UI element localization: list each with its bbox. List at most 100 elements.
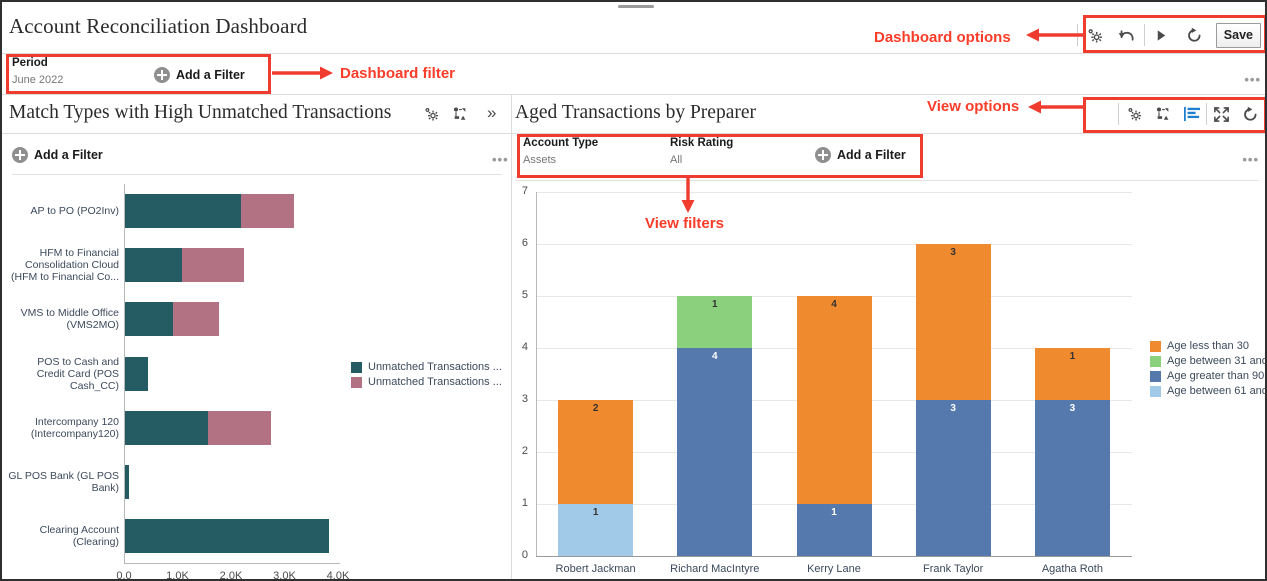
left-view-overflow-menu[interactable]: ••• — [492, 156, 509, 164]
plus-circle-icon — [12, 147, 28, 163]
left-chart-x-axis — [124, 563, 340, 564]
left-add-filter-button[interactable]: Add a Filter — [12, 147, 103, 163]
left-chart-bar-segment[interactable] — [125, 357, 148, 391]
expand-icon[interactable] — [1207, 99, 1236, 129]
undo-icon[interactable] — [1111, 19, 1144, 51]
left-chart-category-label: GL POS Bank (GL POS Bank) — [7, 470, 119, 494]
right-chart-legend-item[interactable]: Age between 61 and 90 — [1150, 385, 1267, 397]
right-chart-gridline — [536, 192, 1132, 193]
dashboard-add-filter-button[interactable]: Add a Filter — [154, 67, 245, 83]
play-icon[interactable] — [1145, 19, 1178, 51]
left-chart-bar-segment[interactable] — [125, 519, 329, 553]
left-chart-bar-segment[interactable] — [125, 302, 173, 336]
left-chart-bar[interactable] — [125, 194, 339, 228]
arrow-dashboard-filter — [272, 66, 334, 80]
right-add-filter-button[interactable]: Add a Filter — [815, 147, 906, 163]
right-chart-x-axis — [536, 556, 1132, 557]
left-chart-legend-item[interactable]: Unmatched Transactions ... — [351, 361, 502, 373]
legend-label: Unmatched Transactions ... — [368, 361, 502, 373]
refresh-icon[interactable] — [1178, 19, 1211, 51]
legend-label: Age between 61 and 90 — [1167, 385, 1267, 397]
right-chart-bar-segment[interactable]: 1 — [558, 504, 633, 556]
view-swap-icon[interactable] — [1148, 99, 1177, 129]
right-view-overflow-menu[interactable]: ••• — [1242, 156, 1259, 164]
left-add-filter-label: Add a Filter — [34, 148, 103, 162]
right-chart-bar-segment[interactable]: 3 — [916, 400, 991, 556]
right-chart-value-label: 2 — [558, 403, 633, 414]
right-chart-y-tick: 6 — [522, 237, 528, 249]
right-chart-y-axis — [536, 192, 537, 556]
right-chart-bar-segment[interactable]: 3 — [1035, 400, 1110, 556]
right-view-filter-bar: Account Type Assets Risk Rating All Add … — [512, 134, 1267, 174]
left-chart-category-label: Intercompany 120 (Intercompany120) — [7, 416, 119, 440]
dashboard-window: Account Reconciliation Dashboard — [0, 0, 1267, 581]
right-chart-bar[interactable]: 33 — [916, 244, 991, 556]
left-chart-bar-segment[interactable] — [208, 411, 271, 445]
left-view-title: Match Types with High Unmatched Transact… — [9, 102, 391, 124]
left-view-settings-icon[interactable] — [416, 99, 445, 129]
right-chart-bar-segment[interactable]: 1 — [1035, 348, 1110, 400]
bar-chart-icon[interactable] — [1177, 99, 1206, 129]
filter-account-type[interactable]: Account Type Assets — [523, 137, 598, 166]
filter-period-value: June 2022 — [12, 74, 63, 86]
left-chart-bar-segment[interactable] — [125, 465, 129, 499]
legend-swatch — [1150, 356, 1161, 367]
filter-risk-rating-value: All — [670, 154, 733, 166]
dashboard-overflow-menu[interactable]: ••• — [1244, 76, 1261, 84]
right-chart-bar[interactable]: 31 — [1035, 348, 1110, 556]
right-chart-y-tick: 5 — [522, 289, 528, 301]
left-chart-category-label: HFM to Financial Consolidation Cloud (HF… — [7, 247, 119, 283]
right-chart-value-label: 1 — [558, 507, 633, 518]
right-chart-bar[interactable]: 12 — [558, 400, 633, 556]
right-chart-bar-segment[interactable]: 1 — [797, 504, 872, 556]
expand-views-chevron[interactable]: » — [487, 103, 496, 123]
left-chart-bar-segment[interactable] — [241, 194, 294, 228]
left-chart-bar[interactable] — [125, 519, 339, 553]
arrow-view-filters — [681, 178, 695, 214]
left-view-swap-icon[interactable] — [445, 99, 474, 129]
right-chart-bar-segment[interactable]: 2 — [558, 400, 633, 504]
right-chart-bar-segment[interactable]: 4 — [797, 296, 872, 504]
view-settings-icon[interactable] — [1119, 99, 1148, 129]
left-chart-bar[interactable] — [125, 302, 339, 336]
right-chart-category-label: Richard MacIntyre — [670, 563, 759, 575]
annotation-label-dashboard-options: Dashboard options — [874, 29, 1011, 46]
left-chart-bar[interactable] — [125, 465, 339, 499]
divider — [12, 174, 502, 175]
right-chart-value-label: 4 — [797, 299, 872, 310]
right-chart-y-tick: 3 — [522, 393, 528, 405]
left-chart-bar-segment[interactable] — [125, 248, 182, 282]
right-chart-bar-segment[interactable]: 1 — [677, 296, 752, 348]
right-chart-y-tick: 0 — [522, 549, 528, 561]
right-chart-value-label: 1 — [677, 299, 752, 310]
right-chart-bar-segment[interactable]: 3 — [916, 244, 991, 400]
right-chart-bar[interactable]: 41 — [677, 296, 752, 556]
right-chart-legend-item[interactable]: Age greater than 90 — [1150, 370, 1267, 382]
annotation-label-dashboard-filter: Dashboard filter — [340, 65, 455, 82]
left-chart-bar-segment[interactable] — [173, 302, 219, 336]
right-chart-value-label: 3 — [916, 247, 991, 258]
filter-period[interactable]: Period June 2022 — [12, 57, 63, 86]
right-chart-bar[interactable]: 14 — [797, 296, 872, 556]
left-chart-category-label: AP to PO (PO2Inv) — [7, 205, 119, 217]
annotation-label-view-options: View options — [927, 98, 1019, 115]
save-button[interactable]: Save — [1216, 23, 1261, 48]
view-refresh-icon[interactable] — [1236, 99, 1265, 129]
left-chart-bar[interactable] — [125, 411, 339, 445]
right-chart-legend-item[interactable]: Age less than 30 — [1150, 340, 1267, 352]
left-chart-legend-item[interactable]: Unmatched Transactions ... — [351, 376, 502, 388]
right-chart-y-tick: 1 — [522, 497, 528, 509]
dashboard-filter-bar: Period June 2022 Add a Filter ••• — [2, 54, 1267, 94]
left-chart-bar[interactable] — [125, 357, 339, 391]
left-chart-bar-segment[interactable] — [125, 411, 208, 445]
right-chart-bar-segment[interactable]: 4 — [677, 348, 752, 556]
arrow-view-options — [1028, 100, 1084, 114]
right-chart-legend-item[interactable]: Age between 31 and 60 — [1150, 355, 1267, 367]
window-drag-handle[interactable] — [618, 5, 654, 8]
left-chart-bar[interactable] — [125, 248, 339, 282]
filter-risk-rating[interactable]: Risk Rating All — [670, 137, 733, 166]
legend-swatch — [351, 377, 362, 388]
left-chart-bar-segment[interactable] — [125, 194, 241, 228]
left-chart-x-tick: 2.0K — [220, 570, 243, 581]
left-chart-bar-segment[interactable] — [182, 248, 244, 282]
